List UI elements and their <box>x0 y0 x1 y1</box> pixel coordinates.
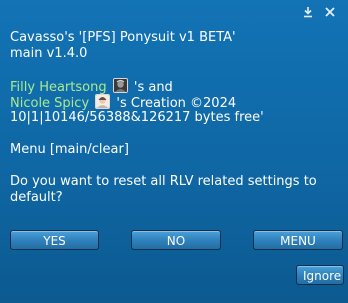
menu-button[interactable]: MENU <box>253 230 343 250</box>
titlebar-controls <box>302 6 336 18</box>
ignore-button[interactable]: Ignore <box>296 265 344 285</box>
connector-text: 's and <box>133 80 173 95</box>
version-line: main v1.4.0 <box>10 46 88 61</box>
menu-line: Menu [main/clear] <box>10 142 129 157</box>
creator-link-1[interactable]: Filly Heartsong <box>10 80 107 95</box>
avatar-icon[interactable] <box>95 94 111 109</box>
yes-button[interactable]: YES <box>10 230 99 250</box>
script-dialog: Cavasso's '[PFS] Ponysuit v1 BETA' main … <box>0 0 348 303</box>
avatar-icon[interactable] <box>112 78 128 93</box>
close-icon[interactable] <box>324 6 336 18</box>
dialog-message: Cavasso's '[PFS] Ponysuit v1 BETA' main … <box>10 30 338 206</box>
question-text: Do you want to reset all RLV related set… <box>10 174 317 206</box>
creator-link-2[interactable]: Nicole Spicy <box>10 96 89 111</box>
no-button[interactable]: NO <box>131 230 221 250</box>
title-line: Cavasso's '[PFS] Ponysuit v1 BETA' <box>10 30 236 45</box>
memory-line: 10|1|10146/56388&126217 bytes free' <box>10 110 264 125</box>
download-arrow-icon[interactable] <box>302 6 314 18</box>
creators-line-2: Nicole Spicy 's Creation ©2024 <box>10 94 338 111</box>
creation-text: 's Creation ©2024 <box>116 96 237 111</box>
creators-line-1: Filly Heartsong 's and <box>10 78 338 95</box>
